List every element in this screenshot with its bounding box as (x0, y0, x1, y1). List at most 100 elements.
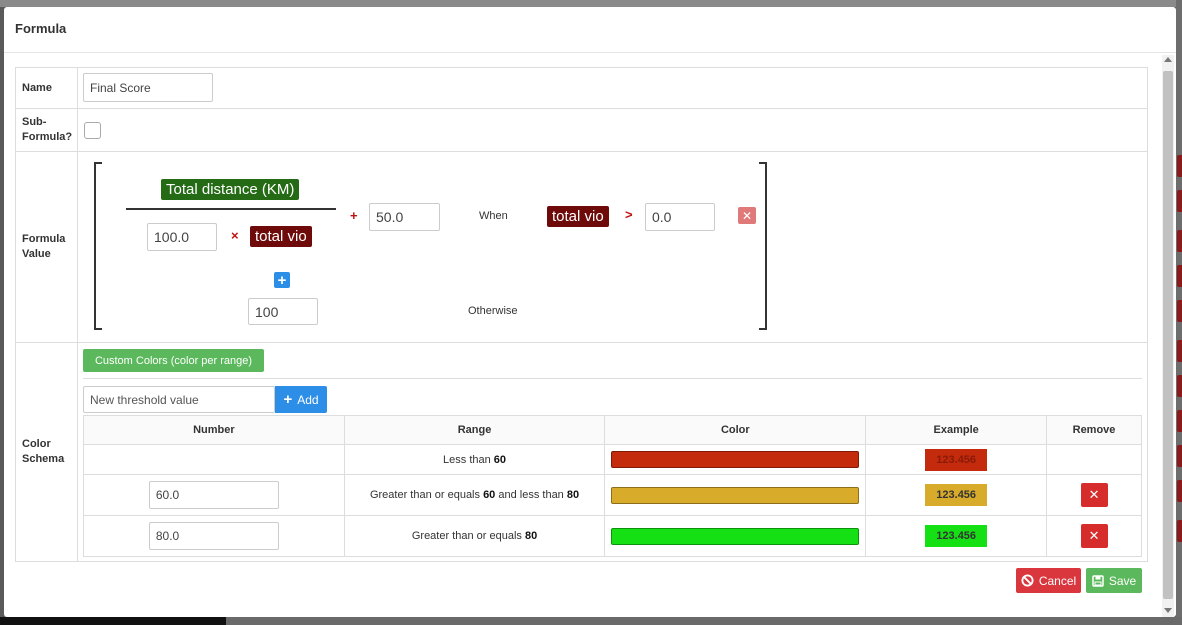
example-cell: 123.456 (865, 444, 1048, 475)
add-condition-button[interactable]: + (274, 272, 290, 288)
column-header-color: Color (604, 415, 867, 445)
background-red-tab (1177, 375, 1182, 397)
threshold-number-input[interactable]: 80.0 (148, 522, 279, 550)
color-cell (604, 474, 867, 516)
scroll-up-arrow-icon[interactable] (1164, 57, 1172, 62)
range-text: Greater than or equals (411, 530, 525, 542)
example-preview: 123.456 (925, 484, 988, 506)
plus-operator: + (350, 208, 358, 223)
bracket-left (94, 162, 102, 330)
add-threshold-button[interactable]: + Add (275, 386, 327, 413)
column-header-number: Number (83, 415, 345, 445)
range-cell: Less than 60 (343, 444, 606, 475)
range-text: and less than (495, 489, 567, 501)
column-header-remove: Remove (1046, 415, 1142, 445)
subformula-row: Sub-Formula? (16, 109, 1147, 152)
background-sidebar (0, 617, 226, 625)
formula-label: Formula Value (16, 152, 78, 342)
remove-range-button[interactable]: ✕ (1080, 483, 1108, 507)
save-label: Save (1108, 573, 1137, 588)
remove-cell (1046, 444, 1142, 475)
plus-icon: + (283, 391, 293, 408)
background-header (0, 0, 1182, 7)
condition-value-input[interactable]: 0.0 (645, 203, 715, 231)
color-swatch[interactable] (611, 451, 860, 468)
color-schema-label: Color Schema (16, 343, 78, 561)
background-red-tab (1177, 300, 1182, 322)
save-button[interactable]: Save (1086, 568, 1142, 593)
times-operator: × (231, 228, 239, 243)
background-red-tab (1177, 410, 1182, 432)
fraction-line (126, 208, 336, 210)
divider (83, 378, 1142, 379)
denominator-variable[interactable]: total vio (250, 226, 312, 247)
threshold-input[interactable]: New threshold value (83, 386, 275, 413)
range-cell: Greater than or equals 80 (343, 515, 606, 557)
scroll-thumb[interactable] (1163, 71, 1173, 599)
range-text: Greater than or equals (369, 489, 484, 501)
range-bound: 80 (524, 530, 538, 542)
name-label: Name (16, 68, 78, 108)
example-preview: 123.456 (925, 448, 988, 471)
close-icon: ✕ (1088, 528, 1100, 543)
cancel-button[interactable]: Cancel (1016, 568, 1081, 593)
formula-modal: Formula Name Final Score Sub-Formula? Fo… (4, 7, 1176, 617)
range-text: Less than (443, 453, 494, 466)
modal-scrollbar[interactable] (1162, 55, 1174, 617)
color-cell (604, 444, 867, 475)
color-swatch[interactable] (611, 527, 860, 545)
modal-title: Formula (15, 21, 67, 36)
modal-header: Formula (4, 7, 1176, 53)
formula-row: Formula Value Total distance (KM) 100.0 … (16, 152, 1147, 343)
background-red-tab (1177, 445, 1182, 467)
remove-cell: ✕ (1046, 515, 1142, 557)
numerator-variable[interactable]: Total distance (KM) (161, 179, 300, 200)
close-icon: ✕ (1088, 487, 1100, 502)
when-label: When (479, 210, 508, 222)
condition-operator[interactable]: > (625, 207, 633, 222)
otherwise-label: Otherwise (468, 305, 518, 317)
multiplier-input[interactable]: 100.0 (147, 223, 217, 251)
offset-input[interactable]: 50.0 (369, 203, 440, 231)
example-preview: 123.456 (925, 525, 988, 547)
color-schema-editor: Custom Colors (color per range) New thre… (78, 343, 1147, 561)
number-cell: 80.0 (83, 515, 345, 557)
plus-icon: + (277, 271, 287, 289)
scroll-down-arrow-icon[interactable] (1164, 608, 1172, 613)
background-red-tab (1177, 230, 1182, 252)
remove-condition-button[interactable]: ✕ (738, 207, 756, 224)
number-cell (83, 444, 345, 475)
color-mode-button[interactable]: Custom Colors (color per range) (83, 349, 264, 372)
otherwise-value-input[interactable]: 100 (248, 298, 318, 325)
color-cell (604, 515, 867, 557)
remove-range-button[interactable]: ✕ (1080, 524, 1108, 548)
background-red-tab (1177, 190, 1182, 212)
background-red-tab (1177, 520, 1182, 542)
range-bound: 60 (483, 489, 496, 501)
name-input[interactable]: Final Score (83, 73, 213, 102)
threshold-number-input[interactable]: 60.0 (148, 481, 279, 509)
background-red-tab (1177, 340, 1182, 362)
floppy-disk-icon (1092, 574, 1104, 587)
background-red-tab (1177, 480, 1182, 502)
condition-variable[interactable]: total vio (547, 206, 609, 227)
column-header-example: Example (865, 415, 1048, 445)
table-row: 60.0 Greater than or equals 60 and less … (83, 474, 1142, 516)
range-bound: 80 (566, 489, 580, 501)
color-swatch[interactable] (611, 486, 860, 504)
add-button-label: Add (297, 392, 319, 407)
background-red-tab (1177, 265, 1182, 287)
color-range-table: Number Range Color Example Remove Less t… (83, 415, 1142, 557)
formula-form: Name Final Score Sub-Formula? Formula Va… (15, 67, 1148, 562)
close-icon: ✕ (741, 208, 753, 223)
subformula-checkbox[interactable] (84, 122, 101, 139)
remove-cell: ✕ (1046, 474, 1142, 516)
cancel-label: Cancel (1038, 573, 1077, 588)
table-header-row: Number Range Color Example Remove (83, 415, 1142, 445)
name-row: Name Final Score (16, 68, 1147, 109)
table-row: 80.0 Greater than or equals 80 123.456 ✕ (83, 515, 1142, 557)
column-header-range: Range (343, 415, 606, 445)
background-red-tab (1177, 155, 1182, 177)
table-row: Less than 60 123.456 (83, 444, 1142, 475)
range-cell: Greater than or equals 60 and less than … (343, 474, 606, 516)
